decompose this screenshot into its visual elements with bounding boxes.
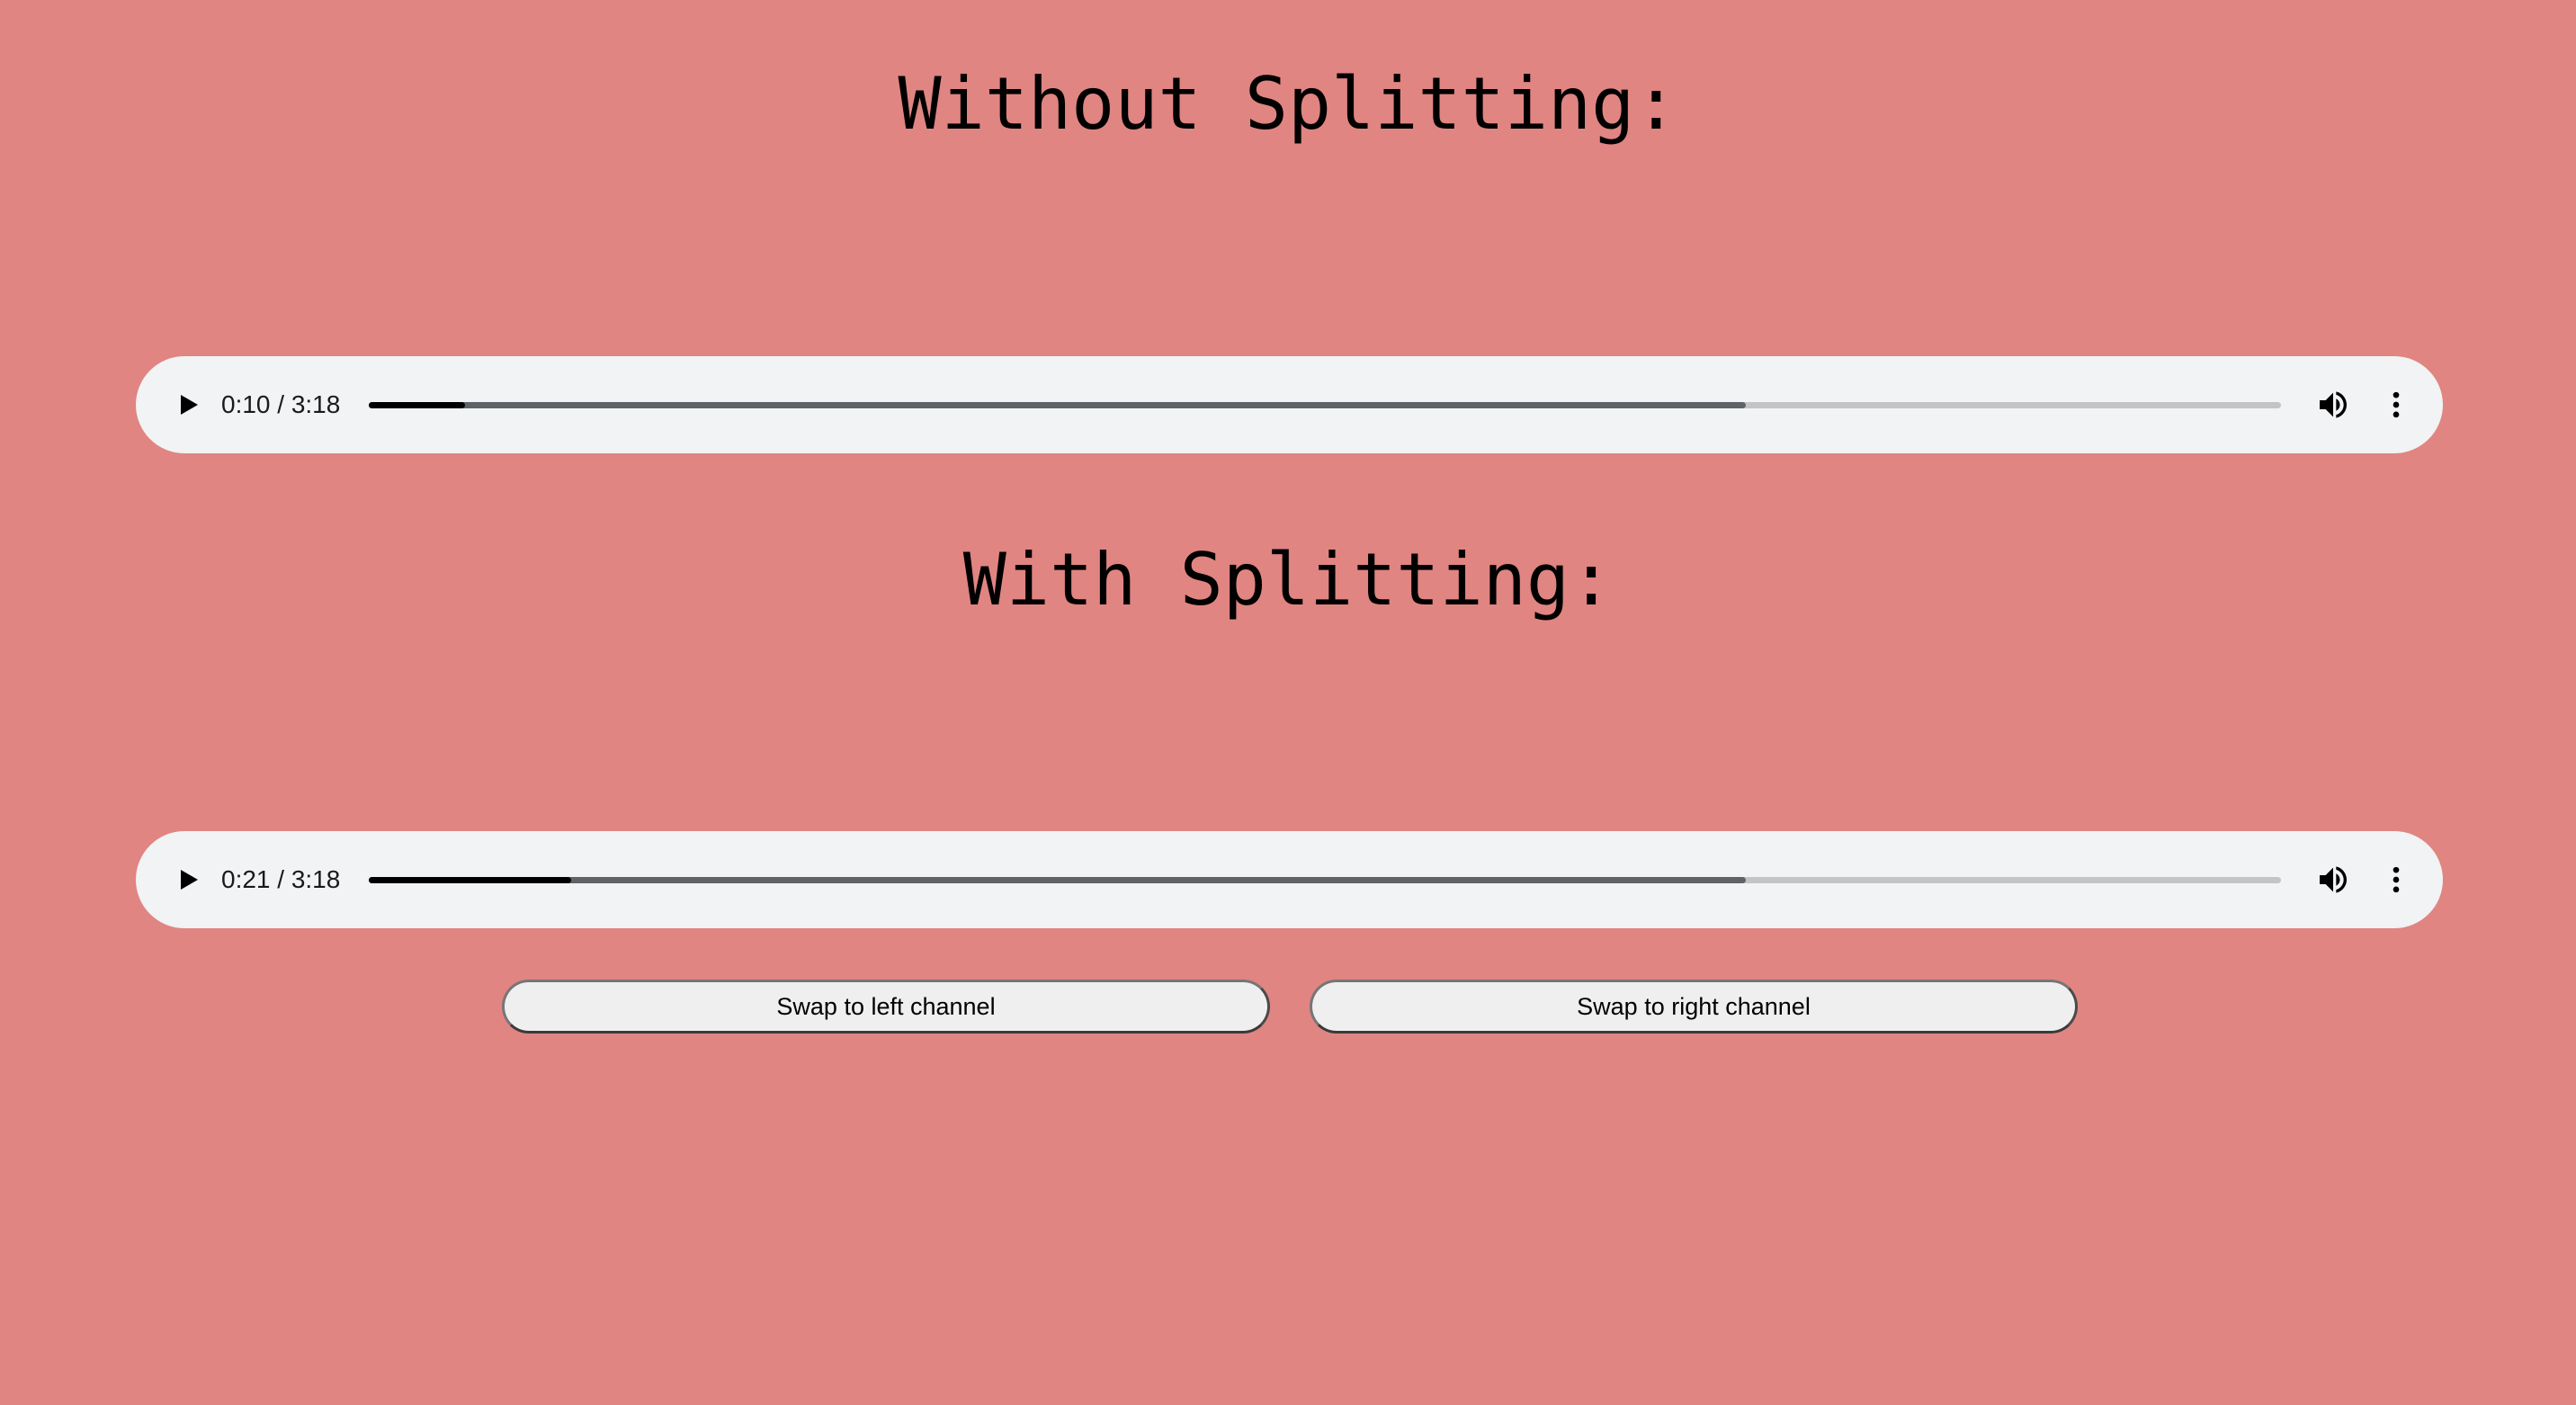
buffered-progress	[369, 402, 1746, 408]
played-progress	[369, 877, 572, 883]
seek-bar[interactable]	[369, 402, 2281, 408]
time-display: 0:21 / 3:18	[221, 865, 341, 893]
buffered-progress	[369, 877, 1746, 883]
play-icon[interactable]	[172, 864, 204, 896]
swap-right-channel-button[interactable]: Swap to right channel	[1310, 980, 2078, 1034]
swap-left-channel-button[interactable]: Swap to left channel	[502, 980, 1270, 1034]
audio-player-with-splitting[interactable]: 0:21 / 3:18	[136, 831, 2443, 928]
more-vert-icon[interactable]	[2378, 862, 2414, 898]
audio-player-without-splitting[interactable]: 0:10 / 3:18	[136, 356, 2443, 453]
play-icon[interactable]	[172, 389, 204, 421]
time-display: 0:10 / 3:18	[221, 390, 341, 418]
heading-without-splitting: Without Splitting:	[898, 62, 1678, 146]
played-progress	[369, 402, 466, 408]
volume-icon[interactable]	[2315, 387, 2351, 423]
more-vert-icon[interactable]	[2378, 387, 2414, 423]
seek-bar[interactable]	[369, 877, 2281, 883]
volume-icon[interactable]	[2315, 862, 2351, 898]
heading-with-splitting: With Splitting:	[962, 538, 1614, 622]
